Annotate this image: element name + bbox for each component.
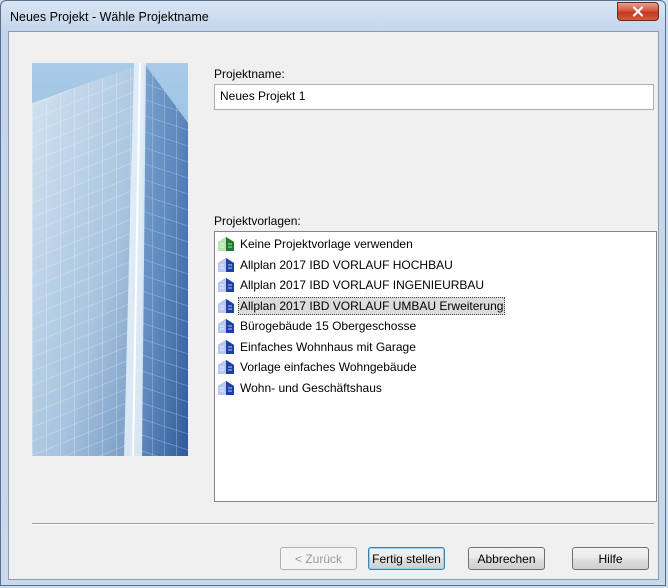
template-item-label: Keine Projektvorlage verwenden [240,237,413,252]
template-item[interactable]: Allplan 2017 IBD VORLAUF HOCHBAU [215,255,656,276]
blue-building-icon [218,298,234,313]
template-item-label: Vorlage einfaches Wohngebäude [240,360,417,375]
template-item[interactable]: Allplan 2017 IBD VORLAUF UMBAU Erweiteru… [215,296,656,317]
green-building-icon [218,237,234,252]
close-button[interactable] [617,2,659,21]
help-button[interactable]: Hilfe [572,547,649,570]
dialog-body: Projektname: Neues Projekt 1 Projektvorl… [8,31,659,580]
separator [32,523,654,525]
blue-building-icon [218,319,234,334]
template-item[interactable]: Allplan 2017 IBD VORLAUF INGENIEURBAU [215,275,656,296]
template-item-label: Allplan 2017 IBD VORLAUF HOCHBAU [240,257,453,272]
close-icon [632,6,644,17]
blue-building-icon [218,278,234,293]
blue-building-icon [218,380,234,395]
window-title: Neues Projekt - Wähle Projektname [10,10,209,24]
skyscraper-illustration [32,63,188,456]
blue-building-icon [218,257,234,272]
finish-button[interactable]: Fertig stellen [368,547,445,570]
template-item-label: Allplan 2017 IBD VORLAUF INGENIEURBAU [240,278,485,293]
title-bar[interactable]: Neues Projekt - Wähle Projektname [1,1,665,31]
template-item[interactable]: Wohn- und Geschäftshaus [215,378,656,399]
dialog-window: Neues Projekt - Wähle Projektname Projek… [0,0,666,586]
project-name-input[interactable]: Neues Projekt 1 [214,84,654,110]
template-item[interactable]: Keine Projektvorlage verwenden [215,234,656,255]
cancel-button[interactable]: Abbrechen [468,547,545,570]
template-item-label: Bürogebäude 15 Obergeschosse [240,319,417,334]
template-item-label: Einfaches Wohnhaus mit Garage [240,339,416,354]
template-item-label: Wohn- und Geschäftshaus [240,380,382,395]
blue-building-icon [218,360,234,375]
back-button[interactable]: < Zurück [280,547,357,570]
template-item-label: Allplan 2017 IBD VORLAUF UMBAU Erweiteru… [238,296,506,315]
project-name-label: Projektname: [214,67,285,81]
templates-label: Projektvorlagen: [214,214,301,228]
skyscraper-image [32,63,188,456]
template-item[interactable]: Einfaches Wohnhaus mit Garage [215,337,656,358]
blue-building-icon [218,339,234,354]
template-item[interactable]: Vorlage einfaches Wohngebäude [215,357,656,378]
templates-listbox[interactable]: Keine Projektvorlage verwenden Allplan 20… [214,231,657,502]
template-item[interactable]: Bürogebäude 15 Obergeschosse [215,316,656,337]
